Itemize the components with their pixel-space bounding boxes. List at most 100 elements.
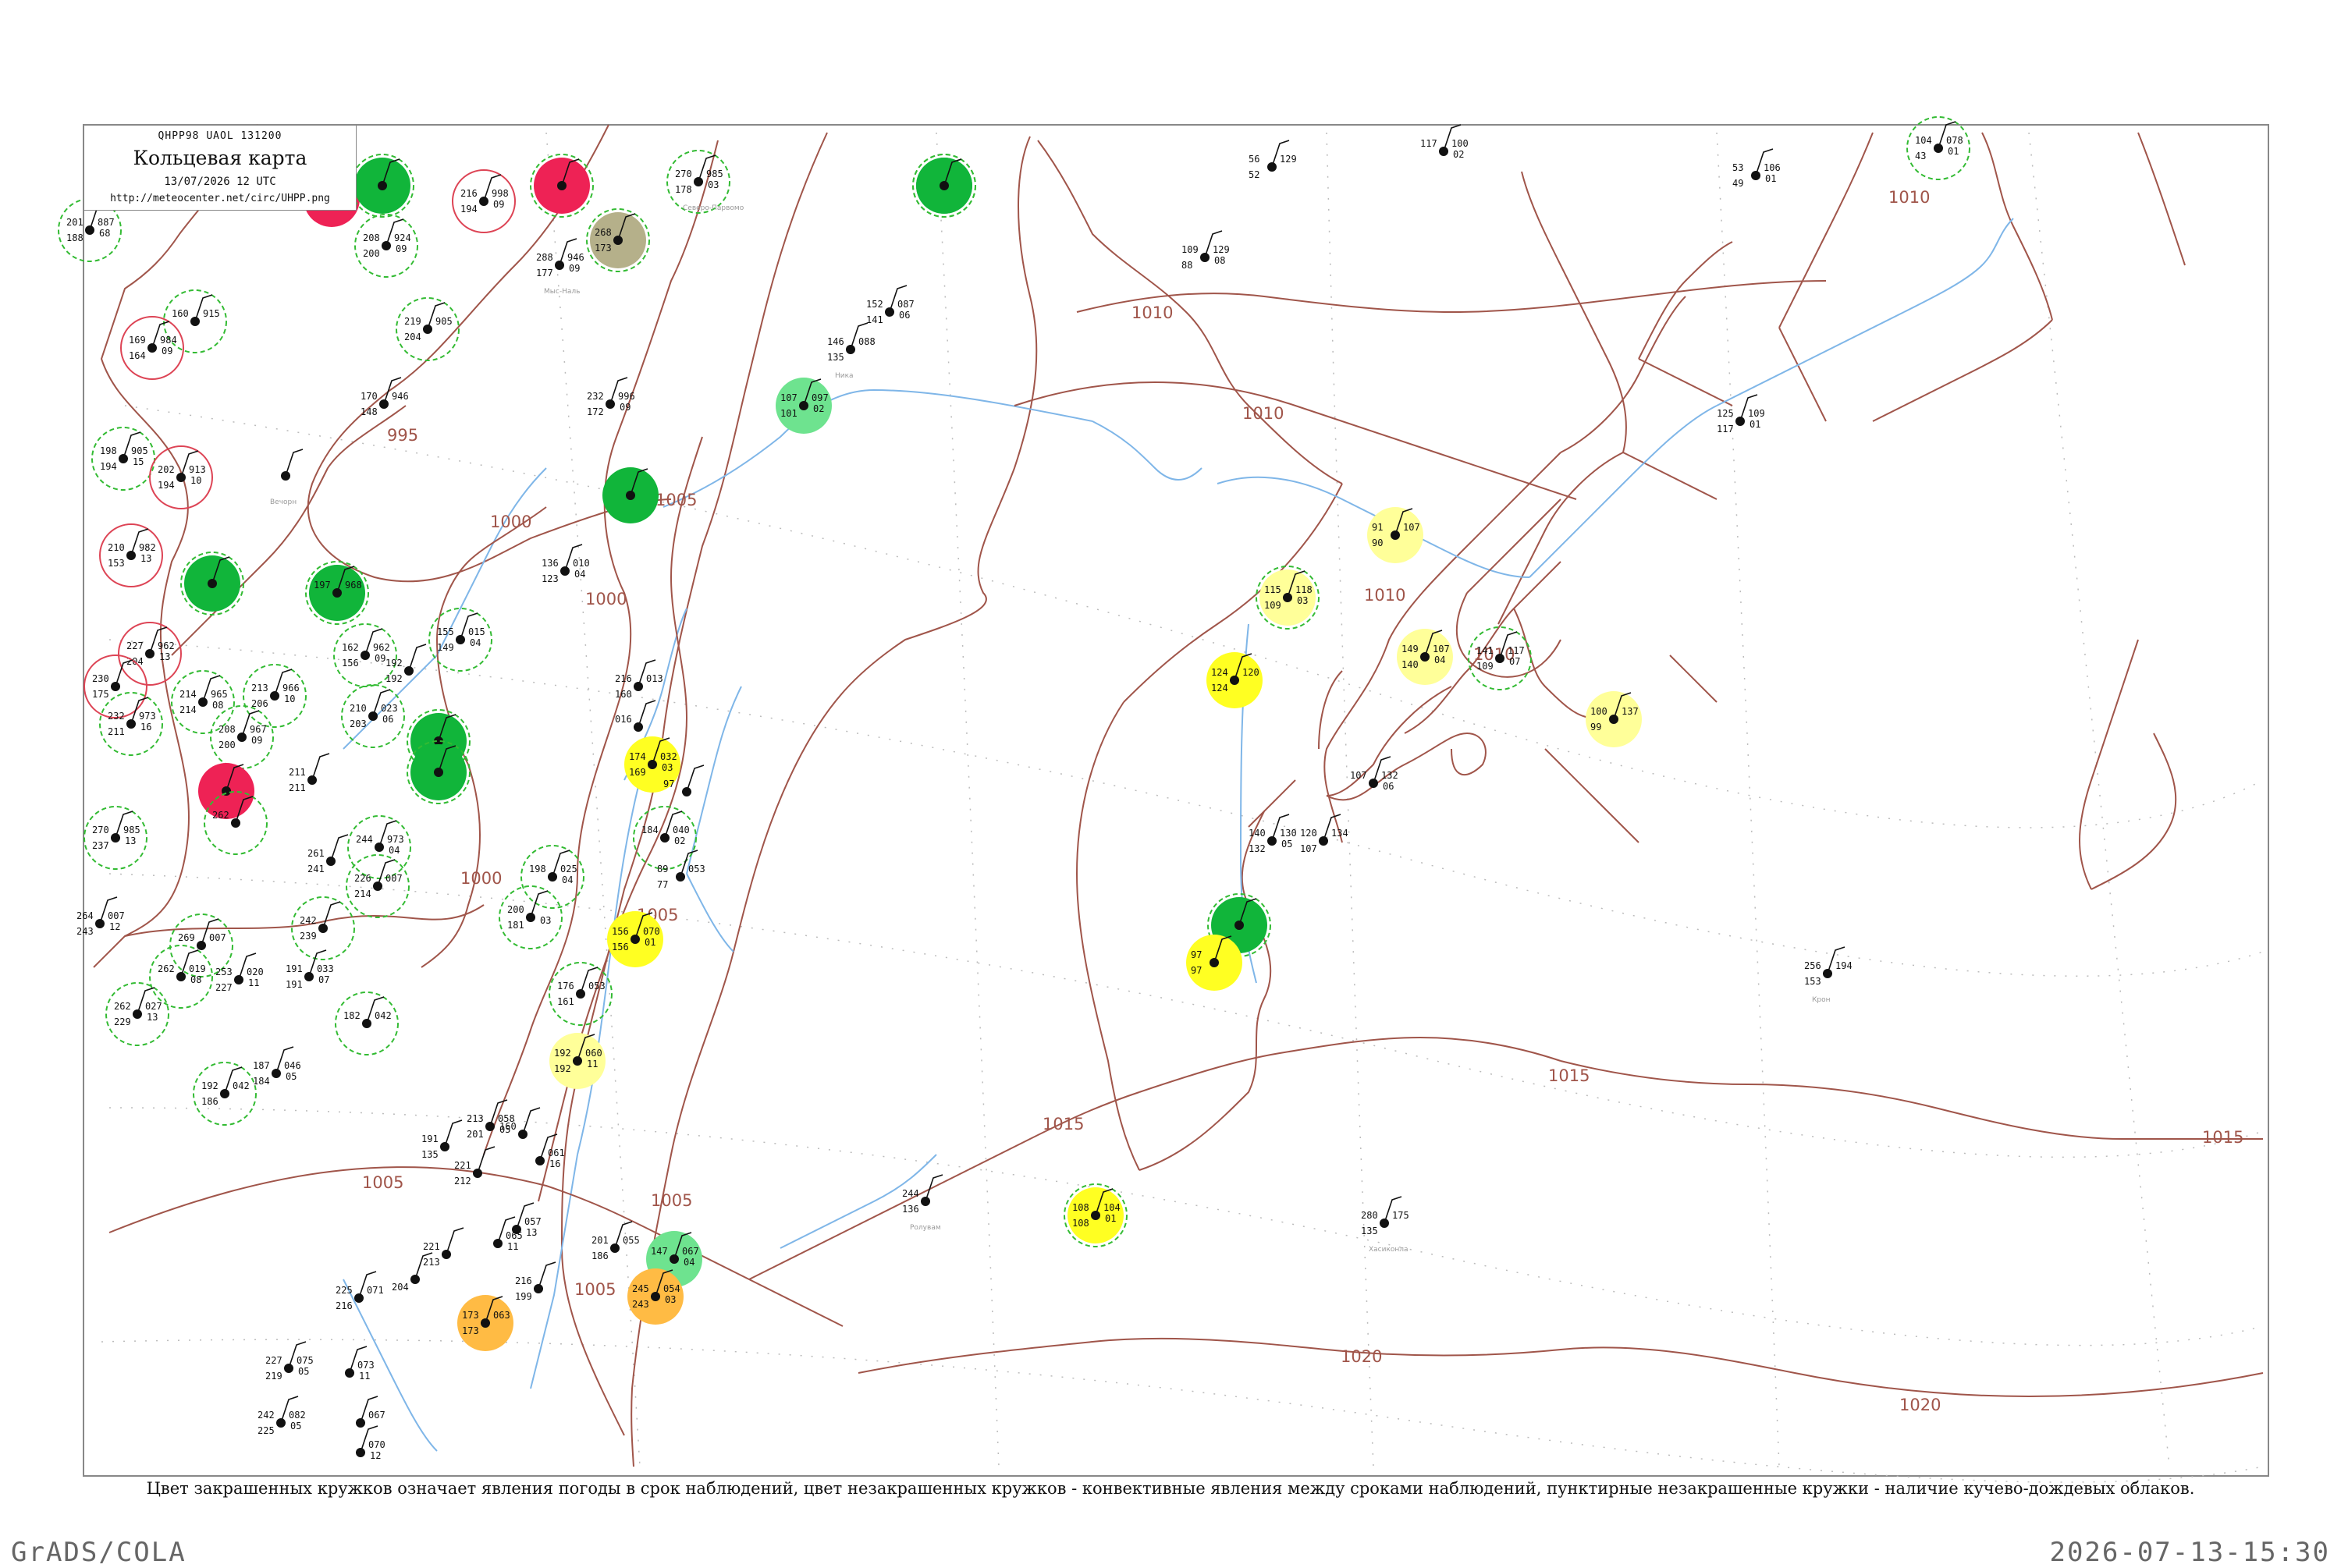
station[interactable]: 067 xyxy=(356,1396,385,1428)
station[interactable]: 104 43 07801 xyxy=(1906,116,1970,180)
station[interactable]: 108 108 10401 xyxy=(1064,1183,1128,1247)
station-tendency: 01 xyxy=(1765,173,1776,184)
station[interactable]: 225 216 071 xyxy=(336,1271,384,1311)
station-dewpoint: 173 xyxy=(595,243,612,254)
station[interactable]: 109 88 12908 xyxy=(1181,230,1230,271)
station[interactable]: 216 160 013 xyxy=(615,659,663,700)
station-dewpoint: 141 xyxy=(866,314,883,325)
station[interactable]: 208 200 92409 xyxy=(354,214,418,278)
station[interactable]: 270 178 98503 Северо-Парвомо xyxy=(666,150,744,214)
station[interactable]: 136 123 01004 xyxy=(542,544,590,584)
station[interactable]: 187 184 04605 xyxy=(253,1046,301,1087)
station[interactable] xyxy=(602,467,659,523)
isobar-label: 1020 xyxy=(1899,1396,1941,1414)
station[interactable]: 169 164 98409 xyxy=(120,316,184,380)
station[interactable]: 22720496213 xyxy=(118,622,182,686)
station[interactable]: 268173 xyxy=(586,208,650,272)
station-temperature: 97 xyxy=(1191,949,1202,960)
station[interactable]: 107 101 09702 xyxy=(776,378,832,434)
station[interactable]: 261 241 xyxy=(307,834,349,874)
station[interactable]: 192192 xyxy=(385,644,427,684)
station[interactable]: 100 99 137 xyxy=(1586,691,1642,747)
station[interactable]: 07311 xyxy=(345,1346,375,1382)
station-pressure: 033 xyxy=(317,963,334,974)
station-dewpoint: 135 xyxy=(827,352,844,363)
station[interactable]: 9797 xyxy=(1186,935,1242,991)
station[interactable]: 227 219 07505 xyxy=(265,1341,314,1382)
station-tendency: 12 xyxy=(109,921,120,932)
station[interactable]: 146 135 088 Ника xyxy=(827,322,876,380)
station[interactable]: 211211 xyxy=(289,753,330,793)
station[interactable]: 232 172 99609 xyxy=(587,377,635,417)
station[interactable]: 182 042 xyxy=(335,992,399,1055)
station[interactable]: 244 97304 xyxy=(347,815,411,879)
station[interactable]: 56 52 129 xyxy=(1249,140,1297,180)
station[interactable] xyxy=(530,154,594,218)
station[interactable]: 156 156 07001 xyxy=(607,911,663,967)
station[interactable]: 120 107 134 xyxy=(1300,814,1348,854)
station[interactable]: 115 109 11803 xyxy=(1256,566,1320,630)
station[interactable]: 89 77 053 xyxy=(657,850,705,890)
station[interactable]: 221213 xyxy=(423,1227,464,1268)
station[interactable]: 192 186 042 xyxy=(193,1062,257,1126)
station[interactable]: 91 90 107 xyxy=(1367,507,1423,563)
station[interactable]: 208 200 96709 xyxy=(210,705,274,769)
station[interactable]: 202 194 91310 xyxy=(149,445,213,509)
station[interactable]: 280 135 175 Хасиконла xyxy=(1361,1196,1409,1254)
station[interactable]: 201 186 055 xyxy=(591,1221,640,1261)
station[interactable]: 192 192 06011 xyxy=(549,1033,606,1089)
station[interactable] xyxy=(180,552,244,615)
station[interactable] xyxy=(912,154,976,218)
wind-barb-icon xyxy=(285,449,304,477)
station[interactable]: 253 227 02011 xyxy=(215,953,264,993)
station[interactable]: 124 124 120 xyxy=(1206,652,1263,708)
station-temperature: 136 xyxy=(542,558,559,569)
station[interactable]: 242 225 08205 xyxy=(258,1396,306,1436)
station[interactable]: 245 243 05403 xyxy=(627,1268,684,1325)
source-url[interactable]: http://meteocenter.net/circ/UHPP.png xyxy=(84,193,356,204)
station[interactable]: 06511 xyxy=(493,1216,523,1252)
station[interactable]: 07012 xyxy=(356,1425,385,1461)
station[interactable]: 152 141 08706 xyxy=(866,285,915,325)
station-dewpoint: 99 xyxy=(1590,722,1601,733)
station-pressure: 982 xyxy=(139,542,156,553)
station[interactable]: 173 173 063 xyxy=(457,1295,513,1351)
station[interactable]: 256 153 194 Крон xyxy=(1804,946,1853,1004)
station-tendency: 04 xyxy=(1434,655,1445,665)
station[interactable]: 210 203 02306 xyxy=(341,684,405,748)
station-pressure: 060 xyxy=(585,1048,602,1059)
station[interactable]: 06116 xyxy=(535,1133,565,1169)
station[interactable]: 213 206 96610 xyxy=(243,664,307,728)
station[interactable]: 53 49 10601 xyxy=(1732,148,1781,189)
station[interactable]: 117 10002 xyxy=(1420,124,1469,160)
station[interactable]: 170 148 946 xyxy=(361,377,409,417)
station[interactable]: 262 229 02713 xyxy=(105,982,169,1046)
station[interactable]: 230175 xyxy=(83,655,147,718)
stations-layer: 20118888768 20820092409216194998092681732… xyxy=(58,116,1970,1461)
station-tendency: 13 xyxy=(159,651,170,662)
station[interactable]: 200 181 03 xyxy=(499,885,563,949)
station[interactable] xyxy=(350,154,414,218)
station[interactable]: 219 204 905 xyxy=(396,297,460,361)
station[interactable]: 226 214 007 xyxy=(346,854,410,918)
station[interactable]: 216 194 99809 xyxy=(452,169,516,233)
station-pressure: 998 xyxy=(492,188,509,199)
isobar-label: 1010 xyxy=(1888,188,1930,207)
station[interactable]: Вечорн xyxy=(270,449,304,506)
station-dewpoint: 237 xyxy=(92,840,109,851)
station[interactable]: 288 177 94609 Мыс-Наль xyxy=(536,238,584,296)
station[interactable]: 244 136 Ролувам xyxy=(902,1174,943,1232)
station[interactable]: 210 153 98213 xyxy=(99,523,163,587)
station[interactable]: 191135 xyxy=(421,1119,463,1160)
station[interactable]: 198 194 90515 xyxy=(91,427,155,491)
station-tendency: 09 xyxy=(396,243,407,254)
station[interactable]: 216199 xyxy=(515,1261,556,1302)
station[interactable]: 149 140 10704 xyxy=(1397,629,1453,685)
station[interactable]: 198 02504 xyxy=(520,845,584,909)
station-pressure: 067 xyxy=(682,1246,699,1257)
station[interactable]: 270 237 98513 xyxy=(83,806,147,870)
station-temperature: 201 xyxy=(66,217,83,228)
station[interactable]: 232 211 97316 xyxy=(99,692,163,756)
station[interactable]: 221212 xyxy=(454,1146,496,1187)
station[interactable]: 242239 xyxy=(291,896,355,960)
